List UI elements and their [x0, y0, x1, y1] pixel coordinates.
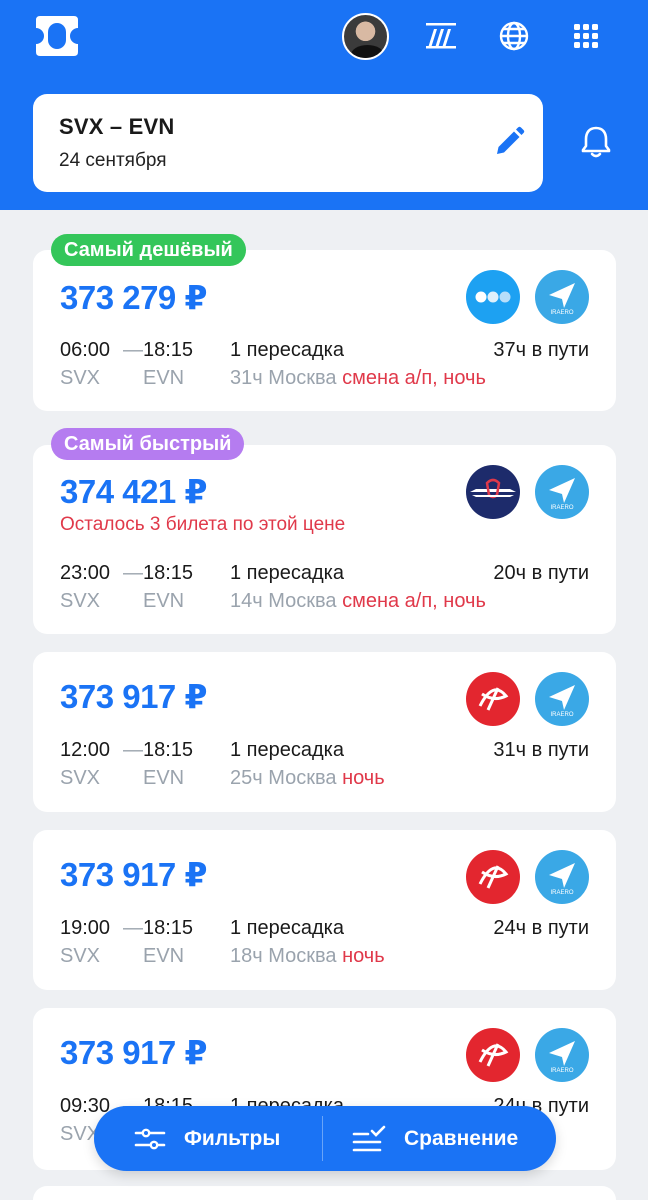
- app-logo-icon[interactable]: [34, 14, 80, 58]
- time-separator: —: [123, 562, 143, 584]
- arrival-code: EVN: [143, 767, 185, 789]
- apps-grid-icon[interactable]: [569, 16, 603, 56]
- offer-card[interactable]: 374 421 ₽ IRAERO Осталось 3 билета по эт…: [33, 445, 616, 634]
- time-separator: —: [123, 339, 143, 361]
- departure-code: SVX: [60, 590, 101, 612]
- search-summary-card[interactable]: SVX – EVN 24 сентября: [33, 94, 543, 192]
- arrival-code: EVN: [143, 590, 185, 612]
- partner-brand-icon[interactable]: [424, 16, 458, 56]
- departure-time: 23:00: [60, 562, 111, 584]
- flight-times-row: 19:00 — 18:15 1 пересадка 24ч в пути: [33, 917, 616, 943]
- trip-duration: 31ч в пути: [493, 739, 589, 761]
- offer-price: 374 421 ₽: [60, 473, 207, 510]
- trip-duration: 20ч в пути: [493, 562, 589, 584]
- layover-alert: ночь: [342, 767, 385, 789]
- layover-city: 18ч Москва: [230, 945, 337, 967]
- seats-left-warning: Осталось 3 билета по этой цене: [60, 514, 346, 535]
- arrival-code: EVN: [143, 367, 185, 389]
- layover-alert: смена а/п, ночь: [342, 590, 486, 612]
- flight-times-row: 06:00 — 18:15 1 пересадка 37ч в пути: [33, 339, 616, 365]
- departure-time: 12:00: [60, 739, 111, 761]
- svg-text:IRAERO: IRAERO: [550, 505, 573, 511]
- stops-count: 1 пересадка: [230, 917, 344, 939]
- svg-text:IRAERO: IRAERO: [550, 1068, 573, 1074]
- iraero-airlines-logo-icon: IRAERO: [535, 465, 589, 519]
- offer-card[interactable]: 373 279 ₽ IRAERO 06:00 — 18:15 1 пересад…: [33, 250, 616, 411]
- layover-info: 25ч Москва ночь: [230, 767, 385, 790]
- departure-code: SVX: [60, 367, 101, 389]
- arrival-time: 18:15: [143, 739, 194, 761]
- compare-button[interactable]: Сравнение: [352, 1106, 518, 1171]
- layover-info: 14ч Москва смена а/п, ночь: [230, 590, 486, 613]
- bar-divider: [322, 1116, 323, 1161]
- cheapest-badge: Самый дешёвый: [51, 234, 246, 266]
- flight-codes-row: SVX EVN 31ч Москва смена а/п, ночь: [33, 367, 616, 393]
- aeroflot-logo-icon: [466, 465, 520, 519]
- layover-city: 14ч Москва: [230, 590, 337, 612]
- offer-card[interactable]: [33, 1186, 616, 1200]
- offer-price: 373 279 ₽: [60, 279, 207, 316]
- layover-info: 18ч Москва ночь: [230, 945, 385, 968]
- offer-card[interactable]: 373 917 ₽ IRAERO 12:00 — 18:15 1 пересад…: [33, 652, 616, 812]
- arrival-time: 18:15: [143, 339, 194, 361]
- compare-label: Сравнение: [404, 1126, 519, 1150]
- time-separator: —: [123, 917, 143, 939]
- arrival-time: 18:15: [143, 917, 194, 939]
- red-airline-logo-icon: [466, 672, 520, 726]
- flight-codes-row: SVX EVN 18ч Москва ночь: [33, 945, 616, 971]
- offer-price: 373 917 ₽: [60, 1034, 207, 1071]
- offer-card[interactable]: 373 917 ₽ IRAERO 19:00 — 18:15 1 пересад…: [33, 830, 616, 990]
- flight-codes-row: SVX EVN 14ч Москва смена а/п, ночь: [33, 590, 616, 616]
- departure-code: SVX: [60, 767, 101, 789]
- time-separator: —: [123, 739, 143, 761]
- svg-text:IRAERO: IRAERO: [550, 712, 573, 718]
- search-date: 24 сентября: [59, 150, 167, 171]
- route-title: SVX – EVN: [59, 114, 175, 139]
- flight-times-row: 23:00 — 18:15 1 пересадка 20ч в пути: [33, 562, 616, 588]
- stops-count: 1 пересадка: [230, 739, 344, 761]
- filter-compare-bar: Фильтры Сравнение: [94, 1106, 556, 1171]
- red-airline-logo-icon: [466, 850, 520, 904]
- filters-button[interactable]: Фильтры: [134, 1106, 280, 1171]
- svg-text:IRAERO: IRAERO: [550, 310, 573, 316]
- dots-airline-logo-icon: [466, 270, 520, 324]
- filters-label: Фильтры: [184, 1126, 281, 1150]
- departure-time: 19:00: [60, 917, 111, 939]
- fastest-badge: Самый быстрый: [51, 428, 245, 460]
- stops-count: 1 пересадка: [230, 339, 344, 361]
- flight-codes-row: SVX EVN 25ч Москва ночь: [33, 767, 616, 793]
- iraero-airlines-logo-icon: IRAERO: [535, 672, 589, 726]
- departure-code: SVX: [60, 945, 101, 967]
- iraero-airlines-logo-icon: IRAERO: [535, 1028, 589, 1082]
- offer-price: 373 917 ₽: [60, 678, 207, 715]
- app-header: SVX – EVN 24 сентября: [0, 0, 648, 210]
- pencil-icon[interactable]: [491, 124, 527, 160]
- departure-time: 06:00: [60, 339, 111, 361]
- layover-alert: ночь: [342, 945, 385, 967]
- flight-times-row: 12:00 — 18:15 1 пересадка 31ч в пути: [33, 739, 616, 765]
- layover-alert: смена а/п, ночь: [342, 367, 486, 389]
- layover-city: 25ч Москва: [230, 767, 337, 789]
- svg-text:IRAERO: IRAERO: [550, 890, 573, 896]
- iraero-airlines-logo-icon: IRAERO: [535, 850, 589, 904]
- layover-city: 31ч Москва: [230, 367, 337, 389]
- globe-icon[interactable]: [497, 16, 531, 56]
- red-airline-logo-icon: [466, 1028, 520, 1082]
- arrival-time: 18:15: [143, 562, 194, 584]
- user-avatar[interactable]: [342, 13, 389, 60]
- iraero-airlines-logo-icon: IRAERO: [535, 270, 589, 324]
- arrival-code: EVN: [143, 945, 185, 967]
- bell-icon[interactable]: [578, 124, 614, 160]
- compare-list-icon: [352, 1125, 386, 1151]
- sliders-icon: [134, 1128, 166, 1149]
- trip-duration: 24ч в пути: [493, 917, 589, 939]
- layover-info: 31ч Москва смена а/п, ночь: [230, 367, 486, 390]
- trip-duration: 37ч в пути: [493, 339, 589, 361]
- offer-price: 373 917 ₽: [60, 856, 207, 893]
- stops-count: 1 пересадка: [230, 562, 344, 584]
